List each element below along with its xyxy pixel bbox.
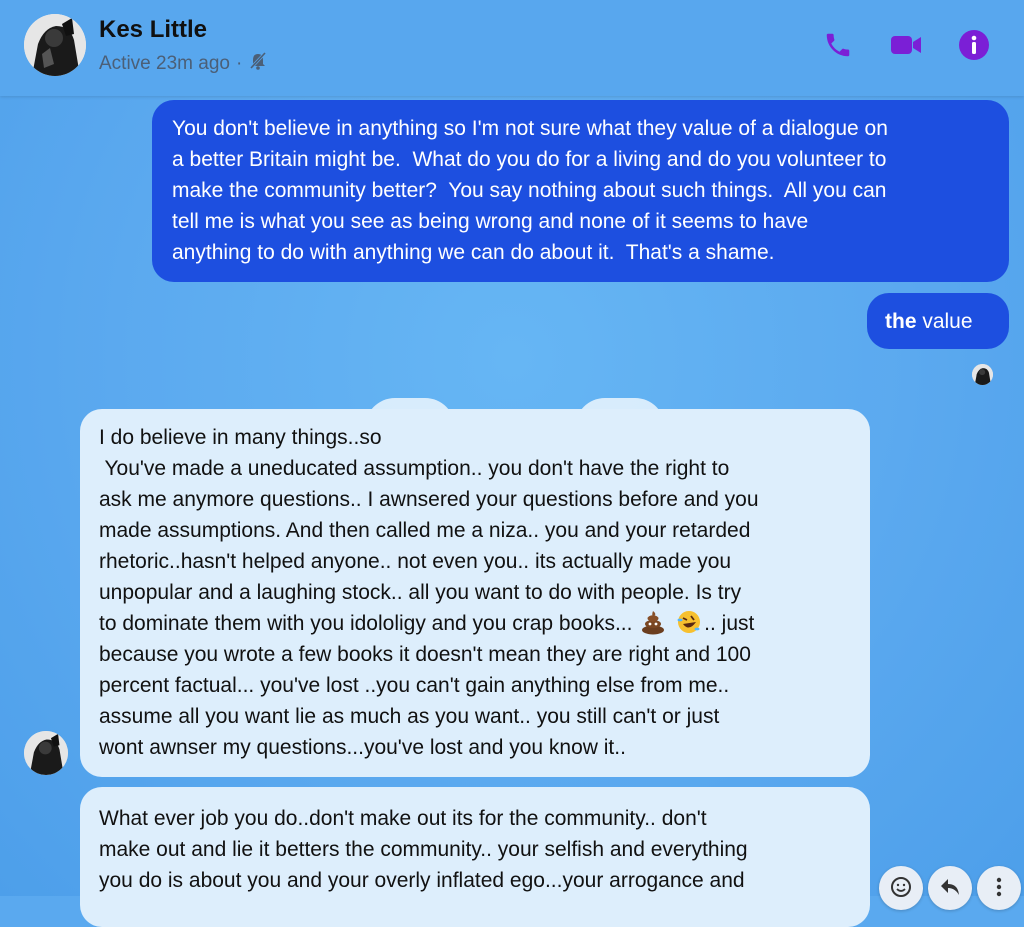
more-options-button[interactable] bbox=[977, 866, 1021, 910]
contact-name[interactable]: Kes Little bbox=[99, 16, 207, 44]
message-bold-text: the bbox=[885, 310, 917, 333]
message-text: value bbox=[916, 310, 973, 333]
message-line: You've made a uneducated assumption.. yo… bbox=[99, 457, 730, 480]
rofl-emoji bbox=[676, 609, 702, 635]
video-icon bbox=[890, 31, 922, 64]
message-line: percent factual... you've lost ..you can… bbox=[99, 674, 730, 697]
message-line: to dominate them with you idololigy and … bbox=[99, 608, 856, 639]
message-line: made assumptions. And then called me a n… bbox=[99, 519, 751, 542]
poop-emoji bbox=[640, 609, 666, 635]
contact-avatar[interactable] bbox=[24, 14, 86, 76]
message-line: a better Britain might be. What do you d… bbox=[172, 148, 887, 171]
react-icon bbox=[890, 876, 912, 903]
status-text: Active 23m ago bbox=[99, 53, 230, 74]
status-separator: · bbox=[235, 53, 243, 74]
video-call-button[interactable] bbox=[889, 30, 923, 64]
received-message[interactable]: What ever job you do..don't make out its… bbox=[80, 787, 870, 927]
message-line: make out and lie it betters the communit… bbox=[99, 838, 748, 861]
message-line: You don't believe in anything so I'm not… bbox=[172, 117, 888, 140]
message-line: make the community better? You say nothi… bbox=[172, 179, 887, 202]
phone-icon bbox=[823, 30, 853, 65]
sent-message[interactable]: the value bbox=[867, 293, 1009, 349]
seen-indicator-avatar bbox=[972, 364, 993, 385]
message-text: to dominate them with you idololigy and … bbox=[99, 612, 639, 635]
message-text: .. just bbox=[704, 612, 755, 635]
message-line: anything to do with anything we can do a… bbox=[172, 241, 775, 264]
reply-icon bbox=[939, 876, 961, 903]
message-line: ask me anymore questions.. I awnsered yo… bbox=[99, 488, 759, 511]
sender-avatar[interactable] bbox=[24, 731, 68, 775]
reply-button[interactable] bbox=[928, 866, 972, 910]
message-line: tell me is what you see as being wrong a… bbox=[172, 210, 809, 233]
phone-call-button[interactable] bbox=[821, 30, 855, 64]
received-message[interactable]: I do believe in many things..so You've m… bbox=[80, 409, 870, 777]
chat-header: Kes Little Active 23m ago · bbox=[0, 0, 1024, 96]
conversation-info-button[interactable] bbox=[957, 29, 991, 66]
sent-message[interactable]: You don't believe in anything so I'm not… bbox=[152, 100, 1009, 282]
react-button[interactable] bbox=[879, 866, 923, 910]
message-line: rhetoric..hasn't helped anyone.. not eve… bbox=[99, 550, 732, 573]
message-line: unpopular and a laughing stock.. all you… bbox=[99, 581, 742, 604]
muted-bell-icon bbox=[248, 51, 268, 77]
message-line: because you wrote a few books it doesn't… bbox=[99, 643, 751, 666]
message-line: you do is about you and your overly infl… bbox=[99, 869, 745, 892]
message-line: assume all you want lie as much as you w… bbox=[99, 705, 720, 728]
more-icon bbox=[995, 876, 1003, 903]
info-icon bbox=[958, 29, 990, 66]
message-line: What ever job you do..don't make out its… bbox=[99, 807, 707, 830]
message-line: I do believe in many things..so bbox=[99, 426, 382, 449]
message-line: wont awnser my questions...you've lost a… bbox=[99, 736, 626, 759]
active-status: Active 23m ago · bbox=[99, 51, 268, 77]
